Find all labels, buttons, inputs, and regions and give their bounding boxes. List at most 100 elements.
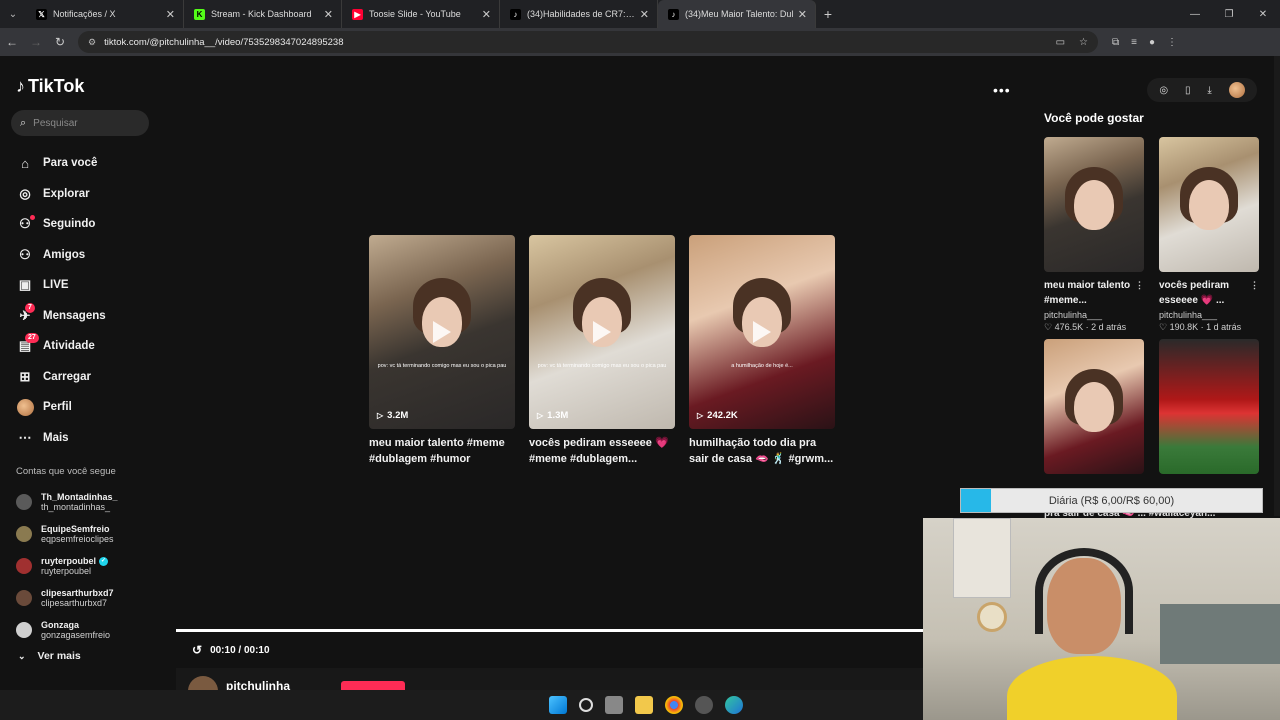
browser-tab[interactable]: 𝕏 Notificações / X ✕ (26, 0, 184, 28)
account-avatar[interactable] (16, 558, 32, 574)
site-info-icon[interactable]: ⚙ (88, 37, 96, 48)
tiktok-note-icon: ♪ (16, 76, 25, 96)
rec-thumbnail[interactable] (1159, 339, 1259, 474)
tab-search-icon[interactable]: ⌄ (0, 0, 26, 28)
rec-card[interactable] (1044, 339, 1144, 474)
task-view-icon[interactable] (605, 696, 623, 714)
home-icon: ⌂ (21, 155, 29, 171)
nav-item-amigos[interactable]: ⚇ Amigos (16, 240, 106, 271)
play-icon[interactable] (593, 321, 611, 343)
nav-item-live[interactable]: ▣ LIVE (16, 270, 106, 301)
video-title[interactable]: vocês pediram esseeee 💗 #meme #dublagem.… (529, 435, 675, 467)
search-input[interactable]: ⌕ Pesquisar (11, 110, 149, 136)
rec-card[interactable] (1159, 339, 1259, 474)
followed-account[interactable]: ruyterpoubel ✓ ruyterpoubel (16, 550, 118, 582)
browser-tab[interactable]: ♪ (34)Habilidades de CR7: Domin ✕ (500, 0, 658, 28)
minimize-icon[interactable]: — (1178, 9, 1212, 20)
play-icon[interactable] (753, 321, 771, 343)
page-scrollbar[interactable] (1274, 56, 1280, 516)
rec-author[interactable]: pitchulinha___ (1044, 310, 1144, 320)
kebab-icon[interactable]: ⋮ (1250, 278, 1259, 293)
nav-item-atividade[interactable]: ▤ 27 Atividade (16, 331, 106, 362)
more-options-icon[interactable]: ••• (993, 82, 1011, 98)
close-tab-icon[interactable]: ✕ (166, 8, 175, 21)
install-icon[interactable]: ▭ (1056, 37, 1065, 48)
play-icon[interactable] (433, 321, 451, 343)
rec-age: 1 d atrás (1206, 322, 1242, 332)
nav-item-carregar[interactable]: ⊞ Carregar (16, 362, 106, 393)
mobile-app-icon[interactable]: ▯ (1185, 85, 1191, 96)
browser-tab[interactable]: ▶ Toosie Slide - YouTube ✕ (342, 0, 500, 28)
account-avatar[interactable] (16, 526, 32, 542)
url-field[interactable]: ⚙ tiktok.com/@pitchulinha__/video/753529… (78, 31, 1098, 53)
rec-author[interactable]: pitchulinha___ (1159, 310, 1259, 320)
author-avatar[interactable] (188, 676, 218, 690)
download-icon[interactable]: ⤓ (1207, 85, 1211, 96)
video-card[interactable]: a humilhação de hoje é... ▷ 242.2K humilhaç… (689, 235, 835, 467)
account-avatar[interactable] (16, 622, 32, 638)
close-tab-icon[interactable]: ✕ (324, 8, 333, 21)
account-avatar[interactable] (16, 494, 32, 510)
nav-item-seguindo[interactable]: ⚇ Seguindo (16, 209, 106, 240)
reload-icon[interactable]: ↻ (48, 35, 72, 49)
video-card[interactable]: pov: vc tá terminando comigo mas eu sou … (529, 235, 675, 467)
video-card[interactable]: pov: vc tá terminando comigo mas eu sou … (369, 235, 515, 467)
followed-account[interactable]: clipesarthurbxd7 clipesarthurbxd7 (16, 582, 118, 614)
nav-item-para-você[interactable]: ⌂ Para você (16, 148, 106, 179)
nav-item-mais[interactable]: ⋯ Mais (16, 423, 106, 454)
nav-item-perfil[interactable]: Perfil (16, 392, 106, 423)
tiktok-logo[interactable]: ♪ TikTok (16, 76, 84, 97)
browser-menu-icon[interactable]: ⋮ (1167, 37, 1177, 48)
file-explorer-icon[interactable] (635, 696, 653, 714)
new-tab-button[interactable]: + (816, 6, 840, 22)
video-thumbnail[interactable]: pov: vc tá terminando comigo mas eu sou … (369, 235, 515, 429)
video-thumbnail[interactable]: pov: vc tá terminando comigo mas eu sou … (529, 235, 675, 429)
follow-button[interactable] (341, 681, 405, 690)
rec-card[interactable]: vocês pediram esseeee 💗 ... ⋮ pitchulinha… (1159, 137, 1259, 333)
close-tab-icon[interactable]: ✕ (640, 8, 649, 21)
followed-account[interactable]: Th_Montadinhas_ th_montadinhas_ (16, 486, 118, 518)
rec-card[interactable]: meu maior talento #meme... ⋮ pitchulinha_… (1044, 137, 1144, 333)
close-tab-icon[interactable]: ✕ (798, 8, 807, 21)
video-progress-bar[interactable] (176, 629, 923, 632)
search-icon[interactable] (579, 698, 593, 712)
notification-badge: 27 (25, 333, 39, 343)
video-title[interactable]: meu maior talento #meme #dublagem #humor… (369, 435, 515, 467)
see-more-button[interactable]: ⌄ Ver mais (18, 650, 81, 662)
user-avatar[interactable] (1228, 82, 1245, 98)
windows-start-icon[interactable] (549, 696, 567, 714)
account-avatar[interactable] (16, 590, 32, 606)
replay-icon[interactable]: ↺ (192, 643, 202, 657)
top-actions: ◎ ▯ ⤓ (1147, 78, 1257, 102)
followed-account[interactable]: EquipeSemfreio eqpsemfreioclipes (16, 518, 118, 550)
edge-icon[interactable] (725, 696, 743, 714)
chrome-icon[interactable] (665, 696, 683, 714)
rec-thumbnail[interactable] (1159, 137, 1259, 272)
browser-tab[interactable]: K Stream - Kick Dashboard ✕ (184, 0, 342, 28)
close-tab-icon[interactable]: ✕ (482, 8, 491, 21)
rec-likes: 190.8K (1169, 322, 1199, 332)
extensions-icon[interactable]: ⧉ (1112, 37, 1119, 48)
bookmark-star-icon[interactable]: ☆ (1079, 37, 1088, 48)
browser-tab[interactable]: ♪ (34)Meu Maior Talento: Dul ✕ (658, 0, 816, 28)
followed-account[interactable]: Gonzaga gonzagasemfreio (16, 614, 118, 646)
author-name[interactable]: pitchulinha (226, 679, 290, 690)
forward-icon[interactable]: → (24, 35, 48, 49)
restore-icon[interactable]: ❐ (1212, 9, 1246, 20)
back-icon[interactable]: ← (0, 35, 24, 49)
settings-icon[interactable] (695, 696, 713, 714)
nav-item-mensagens[interactable]: ✈ 7 Mensagens (16, 301, 106, 332)
kebab-icon[interactable]: ⋮ (1135, 278, 1144, 293)
rec-thumbnail[interactable] (1044, 339, 1144, 474)
rec-thumbnail[interactable] (1044, 137, 1144, 272)
play-count-icon: ▷ (697, 411, 704, 420)
rec-title[interactable]: vocês pediram esseeee 💗 ... (1159, 280, 1229, 306)
video-title[interactable]: humilhação todo dia pra sair de casa 🫦 🕺… (689, 435, 835, 467)
close-window-icon[interactable]: ✕ (1246, 9, 1280, 20)
nav-item-explorar[interactable]: ◎ Explorar (16, 179, 106, 210)
video-thumbnail[interactable]: a humilhação de hoje é... ▷ 242.2K (689, 235, 835, 429)
rec-title[interactable]: meu maior talento #meme... (1044, 280, 1130, 306)
coins-icon[interactable]: ◎ (1159, 85, 1168, 96)
profile-icon[interactable]: ● (1149, 37, 1155, 48)
reading-list-icon[interactable]: ≡ (1131, 37, 1137, 48)
